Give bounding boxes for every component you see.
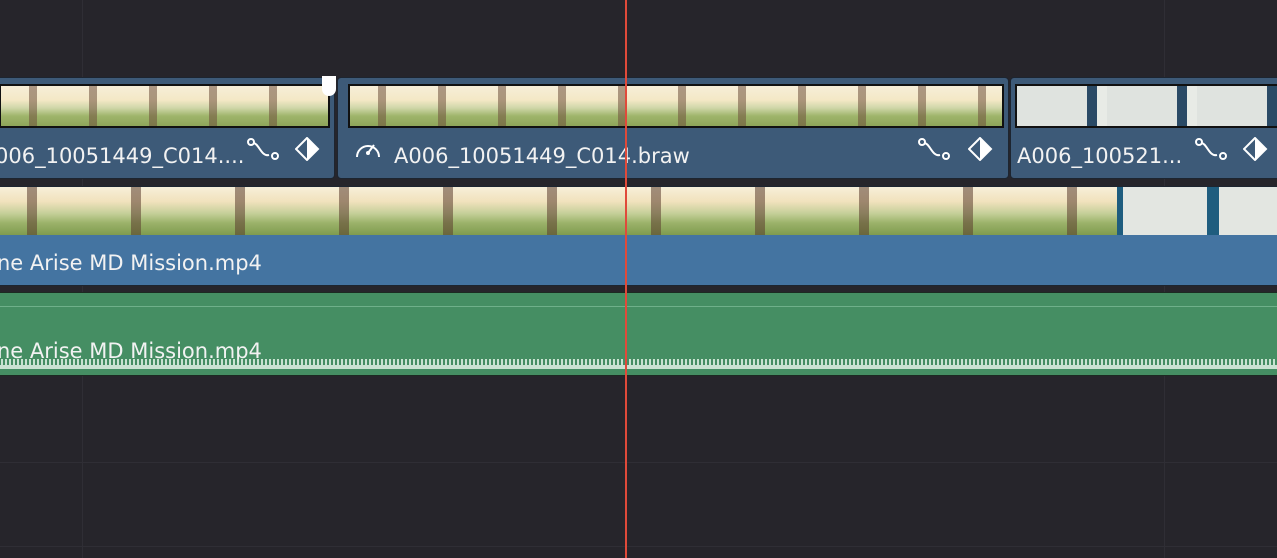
- audio-volume-line[interactable]: [0, 306, 1277, 307]
- keyframe-icon[interactable]: [967, 136, 994, 166]
- curve-icon[interactable]: [918, 137, 952, 166]
- curve-icon[interactable]: [1195, 137, 1229, 166]
- grid-line: [0, 462, 1277, 463]
- clip-thumbnail-strip: [0, 84, 330, 128]
- video-clip-3[interactable]: A006_100521...: [1010, 77, 1277, 179]
- video-track-1-clip[interactable]: ne Arise MD Mission.mp4: [0, 186, 1277, 286]
- clip-name: A006_10051449_C014.braw: [394, 144, 690, 168]
- video-clip-2[interactable]: A006_10051449_C014.braw: [337, 77, 1009, 179]
- grid-line: [0, 546, 1277, 547]
- speed-icon[interactable]: [354, 137, 382, 166]
- playhead[interactable]: [625, 0, 627, 558]
- clip-thumbnail-strip: [1015, 84, 1277, 128]
- audio-waveform: [0, 359, 1277, 369]
- audio-track-1-clip[interactable]: ne Arise MD Mission.mp4: [0, 292, 1277, 376]
- clip-name: ne Arise MD Mission.mp4: [0, 251, 262, 275]
- curve-icon[interactable]: [247, 137, 281, 166]
- clip-thumbnail-strip: [348, 84, 1004, 128]
- clip-name: 006_10051449_C014....: [0, 144, 245, 168]
- keyframe-icon[interactable]: [1242, 136, 1269, 166]
- clip-name: A006_100521...: [1017, 144, 1183, 168]
- video-clip-1[interactable]: 006_10051449_C014....: [0, 77, 335, 179]
- clip-thumbnail-strip: [0, 187, 1277, 235]
- clip-thumbnail-segment: [1117, 187, 1277, 235]
- keyframe-icon[interactable]: [294, 136, 321, 166]
- marker-icon[interactable]: [322, 76, 336, 96]
